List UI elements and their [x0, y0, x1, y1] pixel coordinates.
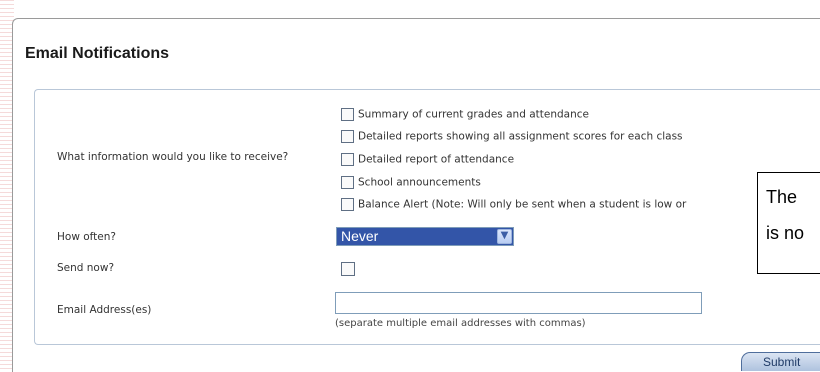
email-label: Email Address(es) — [57, 304, 152, 316]
option-row-assignment-scores[interactable]: Detailed reports showing all assignment … — [341, 126, 683, 143]
chevron-down-icon[interactable]: ▼ — [497, 229, 512, 244]
option-label-assignment-scores: Detailed reports showing all assignment … — [358, 130, 683, 143]
frequency-selected-value: Never — [341, 228, 379, 244]
email-hint: (separate multiple email addresses with … — [335, 318, 586, 329]
option-label-attendance: Detailed report of attendance — [358, 153, 515, 166]
frequency-select[interactable]: Never ▼ — [336, 227, 514, 246]
info-question-label: What information would you like to recei… — [57, 151, 289, 163]
email-input[interactable] — [335, 292, 702, 314]
option-checkbox-announcements[interactable] — [341, 176, 354, 189]
option-label-summary: Summary of current grades and attendance — [358, 108, 589, 121]
callout-line-1: The — [766, 187, 798, 207]
send-now-checkbox[interactable] — [341, 262, 355, 276]
option-checkbox-assignment-scores[interactable] — [341, 130, 354, 143]
option-row-attendance[interactable]: Detailed report of attendance — [341, 149, 515, 166]
submit-button[interactable]: Submit — [741, 352, 820, 371]
section-title: Email Notifications — [25, 45, 170, 62]
option-label-balance-alert: Balance Alert (Note: Will only be sent w… — [358, 198, 687, 211]
option-label-announcements: School announcements — [358, 176, 481, 189]
option-checkbox-balance-alert[interactable] — [341, 198, 354, 211]
frequency-label: How often? — [57, 231, 116, 243]
callout-line-2: is no — [766, 223, 805, 243]
annotation-callout: The is no — [757, 172, 820, 274]
option-checkbox-attendance[interactable] — [341, 153, 354, 166]
option-row-balance-alert[interactable]: Balance Alert (Note: Will only be sent w… — [341, 194, 687, 211]
option-row-announcements[interactable]: School announcements — [341, 172, 481, 189]
option-row-summary[interactable]: Summary of current grades and attendance — [341, 104, 589, 121]
option-checkbox-summary[interactable] — [341, 108, 354, 121]
send-now-label: Send now? — [57, 262, 115, 274]
